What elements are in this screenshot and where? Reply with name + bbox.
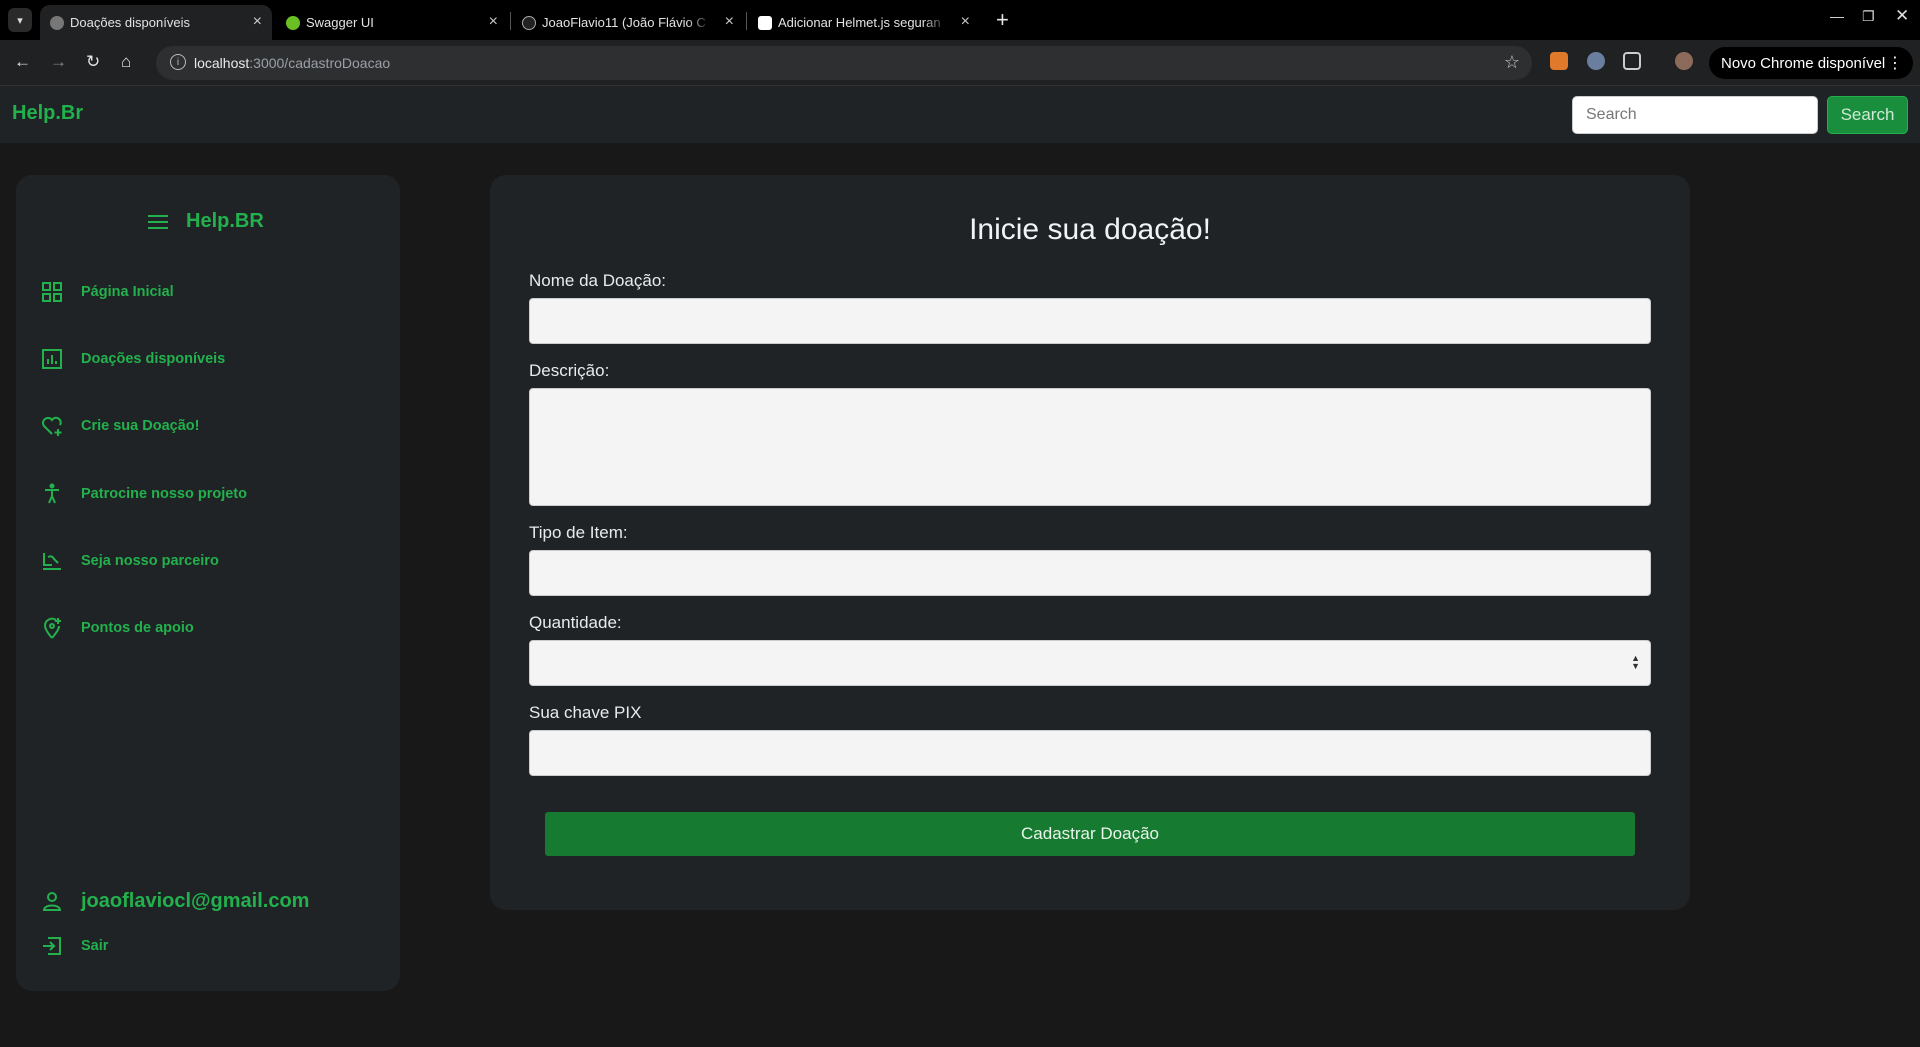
- accessibility-icon: [45, 483, 59, 504]
- home-icon[interactable]: ⌂: [121, 52, 131, 72]
- location-plus-icon: [43, 617, 61, 639]
- tab-divider: [746, 12, 747, 30]
- more-options-icon[interactable]: ⋮: [1887, 53, 1903, 73]
- new-tab-icon[interactable]: +: [996, 7, 1009, 33]
- window-close-icon[interactable]: ✕: [1895, 6, 1909, 26]
- back-icon[interactable]: ←: [14, 52, 31, 72]
- heart-plus-icon: [42, 416, 62, 436]
- tab-divider: [510, 12, 511, 30]
- grid-icon: [42, 282, 62, 302]
- search-input[interactable]: [1572, 96, 1818, 134]
- pix-label: Sua chave PIX: [529, 703, 642, 722]
- sidebar-item-crie-sua-doacao[interactable]: Crie sua Doação!: [40, 414, 199, 438]
- descricao-textarea[interactable]: [529, 388, 1651, 506]
- minimize-icon[interactable]: —: [1830, 8, 1844, 24]
- sidebar-item-label: Seja nosso parceiro: [81, 553, 219, 569]
- sidebar-user-profile[interactable]: joaoflaviocl@gmail.com: [40, 889, 309, 913]
- swagger-icon: [286, 16, 300, 30]
- close-icon[interactable]: ×: [489, 14, 498, 30]
- chrome-update-button[interactable]: Novo Chrome disponível ⋮: [1709, 47, 1913, 79]
- sidebar-brand: Help.BR: [186, 210, 264, 232]
- user-email: joaoflaviocl@gmail.com: [81, 889, 310, 912]
- chart-icon: [42, 349, 62, 369]
- close-icon[interactable]: ×: [253, 14, 262, 30]
- tipo-label: Tipo de Item:: [529, 523, 628, 542]
- site-info-icon[interactable]: i: [170, 54, 186, 70]
- tab-search-chevron-icon[interactable]: ▾: [8, 8, 32, 32]
- github-icon: [522, 16, 536, 30]
- browser-tab-github[interactable]: JoaoFlavio11 (João Flávio C ×: [512, 5, 744, 40]
- metamask-icon[interactable]: [1550, 52, 1568, 70]
- sidebar-item-doacoes-disponiveis[interactable]: Doações disponíveis: [40, 347, 225, 371]
- search-button[interactable]: Search: [1827, 96, 1908, 134]
- nome-label: Nome da Doação:: [529, 271, 667, 290]
- sidebar-item-patrocine[interactable]: Patrocine nosso projeto: [40, 482, 247, 506]
- globe-icon: [50, 16, 64, 30]
- quantidade-label: Quantidade:: [529, 613, 622, 632]
- sidebar-item-sair[interactable]: Sair: [40, 934, 108, 958]
- number-spinner-icon[interactable]: ▲ ▼: [1631, 654, 1640, 671]
- descricao-label: Descrição:: [529, 361, 610, 380]
- address-bar[interactable]: i localhost:3000/cadastroDoacao ☆: [156, 46, 1532, 80]
- sidebar-item-label: Pontos de apoio: [81, 620, 194, 636]
- sidebar: Help.BR Página Inicial Doações disponíve…: [16, 175, 400, 991]
- browser-tab-helmet[interactable]: Adicionar Helmet.js seguran ×: [748, 5, 980, 40]
- close-icon[interactable]: ×: [961, 14, 970, 30]
- browser-tab-swagger[interactable]: Swagger UI ×: [276, 5, 508, 40]
- sidebar-item-parceiro[interactable]: Seja nosso parceiro: [40, 549, 219, 573]
- tipo-item-input[interactable]: [529, 550, 1651, 596]
- sidebar-item-label: Doações disponíveis: [81, 351, 226, 367]
- puzzle-icon[interactable]: [1623, 52, 1641, 70]
- openai-icon: [758, 16, 772, 30]
- url-host: localhost: [194, 55, 250, 71]
- browser-tabstrip: ▾ Doações disponíveis × Swagger UI × Joa…: [0, 0, 1920, 40]
- url-path: :3000/cadastroDoacao: [249, 55, 391, 71]
- sidebar-item-pagina-inicial[interactable]: Página Inicial: [40, 280, 174, 304]
- reload-icon[interactable]: ↻: [86, 52, 100, 72]
- forward-icon[interactable]: →: [50, 52, 67, 72]
- restore-icon[interactable]: ❐: [1862, 8, 1875, 25]
- hamburger-menu-icon[interactable]: [148, 214, 168, 229]
- extension-icon[interactable]: [1587, 52, 1605, 70]
- chrome-update-label: Novo Chrome disponível: [1721, 54, 1886, 72]
- sidebar-item-label: Página Inicial: [81, 284, 174, 300]
- quantidade-input[interactable]: ▲ ▼: [529, 640, 1651, 686]
- user-icon: [42, 892, 62, 911]
- cadastrar-doacao-button[interactable]: Cadastrar Doação: [545, 812, 1635, 856]
- form-title: Inicie sua doação!: [969, 213, 1211, 246]
- sidebar-item-pontos-de-apoio[interactable]: Pontos de apoio: [40, 616, 194, 640]
- donation-form-card: Inicie sua doação! Nome da Doação: Descr…: [490, 175, 1690, 910]
- sidebar-item-label: Patrocine nosso projeto: [81, 486, 247, 502]
- navbar-brand[interactable]: Help.Br: [12, 102, 83, 125]
- logout-icon: [43, 937, 61, 955]
- sidebar-item-label: Crie sua Doação!: [81, 418, 200, 434]
- profile-avatar[interactable]: [1675, 52, 1693, 70]
- handshake-icon: [43, 553, 61, 570]
- close-icon[interactable]: ×: [725, 14, 734, 30]
- bookmark-star-icon[interactable]: ☆: [1504, 52, 1520, 73]
- app-navbar: Help.Br Search: [0, 86, 1920, 143]
- browser-tab-doacoes[interactable]: Doações disponíveis ×: [40, 5, 272, 40]
- nome-doacao-input[interactable]: [529, 298, 1651, 344]
- sidebar-header: Help.BR: [148, 210, 264, 233]
- pix-key-input[interactable]: [529, 730, 1651, 776]
- sidebar-item-label: Sair: [81, 938, 109, 954]
